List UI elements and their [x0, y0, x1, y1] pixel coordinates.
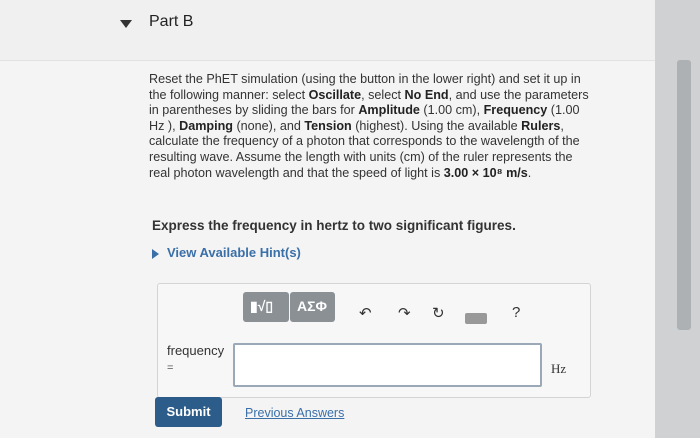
frequency-answer-input[interactable]	[233, 343, 542, 387]
redo-icon[interactable]: ↷	[398, 304, 411, 322]
instruction-text: Express the frequency in hertz to two si…	[152, 218, 516, 233]
scrollbar[interactable]	[655, 0, 700, 438]
bold-frequency: Frequency	[483, 103, 548, 118]
speed-of-light-value: 3.00 × 10⁸ m/s	[443, 165, 528, 180]
expand-triangle-icon	[152, 248, 159, 259]
bold-rulers: Rulers	[521, 118, 561, 133]
bold-no-end: No End	[404, 87, 449, 102]
help-icon[interactable]: ?	[512, 304, 520, 321]
submit-button[interactable]: Submit	[155, 397, 222, 427]
scrollbar-thumb[interactable]	[677, 60, 691, 330]
templates-icon: ▮√▯	[250, 298, 274, 314]
page: Part B Reset the PhET simulation (using …	[0, 0, 700, 438]
problem-text-segment: (none), and	[232, 118, 305, 133]
view-hints-link[interactable]: View Available Hint(s)	[152, 245, 301, 260]
problem-text-segment: (1.00 cm),	[419, 103, 484, 118]
undo-icon[interactable]: ↶	[359, 304, 372, 322]
keyboard-icon[interactable]	[465, 313, 487, 324]
problem-text-segment: .	[527, 165, 532, 180]
bold-amplitude: Amplitude	[358, 103, 420, 118]
bold-damping: Damping	[179, 118, 233, 133]
answer-variable-label: frequency	[167, 343, 225, 358]
view-hints-label: View Available Hint(s)	[167, 245, 301, 260]
problem-text: Reset the PhET simulation (using the but…	[149, 72, 594, 181]
bold-tension: Tension	[304, 118, 352, 133]
problem-text-segment: (highest). Using the available	[351, 118, 522, 133]
problem-text-segment: , select	[361, 87, 405, 102]
symbols-label: ΑΣΦ	[297, 298, 328, 314]
templates-button[interactable]: ▮√▯	[243, 292, 289, 322]
equals-sign: =	[167, 362, 174, 374]
previous-answers-link[interactable]: Previous Answers	[245, 406, 344, 420]
bold-oscillate: Oscillate	[308, 87, 362, 102]
unit-label: Hz	[551, 361, 567, 376]
reset-icon[interactable]: ↻	[432, 304, 445, 322]
part-title: Part B	[149, 13, 194, 30]
collapse-caret-icon[interactable]	[120, 20, 132, 28]
symbols-button[interactable]: ΑΣΦ	[290, 292, 335, 322]
part-header[interactable]: Part B	[0, 0, 655, 61]
